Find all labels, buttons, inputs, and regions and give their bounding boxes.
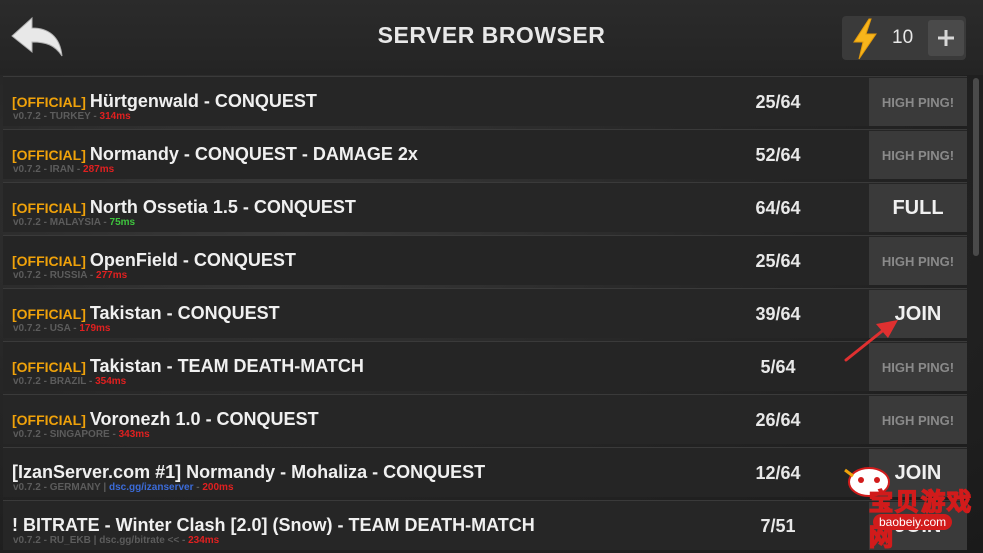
player-count: 25/64 bbox=[755, 251, 801, 271]
header-bar: SERVER BROWSER 10 bbox=[0, 0, 983, 75]
official-tag: [OFFICIAL] bbox=[12, 306, 86, 322]
high-ping-status: HIGH PING! bbox=[869, 131, 967, 179]
server-link[interactable]: dsc.gg/bitrate << bbox=[99, 535, 179, 546]
server-ping: 277ms bbox=[96, 270, 128, 281]
server-ping: 75ms bbox=[109, 217, 136, 228]
server-title: ! BITRATE - Winter Clash [2.0] (Snow) - … bbox=[12, 515, 535, 535]
server-meta: v0.7.2 - IRAN - 287ms bbox=[13, 164, 115, 175]
server-title: Takistan - TEAM DEATH-MATCH bbox=[89, 356, 364, 376]
server-row[interactable]: [OFFICIAL] Normandy - CONQUEST - DAMAGE 2… bbox=[3, 129, 967, 179]
server-region: RUSSIA bbox=[49, 270, 88, 281]
server-ping: 287ms bbox=[83, 164, 115, 175]
server-region: TURKEY bbox=[49, 111, 91, 122]
server-ping: 234ms bbox=[188, 535, 220, 546]
server-name: [OFFICIAL] Normandy - CONQUEST - DAMAGE 2… bbox=[12, 144, 418, 165]
join-button[interactable]: JOIN bbox=[869, 290, 967, 338]
scrollbar[interactable] bbox=[973, 78, 979, 256]
join-button[interactable]: JOIN bbox=[869, 502, 967, 550]
server-title: Voronezh 1.0 - CONQUEST bbox=[89, 409, 319, 429]
server-name: [OFFICIAL] Takistan - TEAM DEATH-MATCH bbox=[12, 356, 364, 377]
join-button[interactable]: JOIN bbox=[869, 449, 967, 497]
official-tag: [OFFICIAL] bbox=[12, 147, 86, 163]
server-region: USA bbox=[49, 323, 71, 334]
server-title: North Ossetia 1.5 - CONQUEST bbox=[89, 197, 356, 217]
server-region: SINGAPORE bbox=[49, 429, 110, 440]
server-title: [IzanServer.com #1] Normandy - Mohaliza … bbox=[12, 462, 486, 482]
full-status: FULL bbox=[869, 184, 967, 232]
player-count: 5/64 bbox=[760, 357, 796, 377]
server-name: [OFFICIAL] Hürtgenwald - CONQUEST bbox=[12, 91, 317, 112]
official-tag: [OFFICIAL] bbox=[12, 253, 86, 269]
server-version: v0.7.2 bbox=[13, 217, 41, 228]
player-count: 26/64 bbox=[755, 410, 801, 430]
server-title: OpenField - CONQUEST bbox=[89, 250, 296, 270]
server-row[interactable]: [OFFICIAL] Voronezh 1.0 - CONQUEST v0.7.2 … bbox=[3, 394, 967, 444]
server-row[interactable]: ! BITRATE - Winter Clash [2.0] (Snow) - … bbox=[3, 500, 967, 550]
high-ping-status: HIGH PING! bbox=[869, 78, 967, 126]
server-title: Takistan - CONQUEST bbox=[89, 303, 280, 323]
server-version: v0.7.2 bbox=[13, 323, 41, 334]
server-title: Hürtgenwald - CONQUEST bbox=[89, 91, 317, 111]
server-ping: 343ms bbox=[118, 429, 150, 440]
player-count: 64/64 bbox=[755, 198, 801, 218]
player-count: 39/64 bbox=[755, 304, 801, 324]
server-row[interactable]: [OFFICIAL] Takistan - CONQUEST v0.7.2 - US… bbox=[3, 288, 967, 338]
server-version: v0.7.2 bbox=[13, 111, 41, 122]
server-meta: v0.7.2 - GERMANY | dsc.gg/izanserver - 2… bbox=[13, 482, 234, 493]
server-name: [OFFICIAL] North Ossetia 1.5 - CONQUEST bbox=[12, 197, 356, 218]
energy-counter: 10 bbox=[842, 16, 966, 60]
server-ping: 354ms bbox=[95, 376, 127, 387]
official-tag: [OFFICIAL] bbox=[12, 412, 86, 428]
official-tag: [OFFICIAL] bbox=[12, 94, 86, 110]
server-row[interactable]: [OFFICIAL] North Ossetia 1.5 - CONQUEST v0… bbox=[3, 182, 967, 232]
server-row[interactable]: [IzanServer.com #1] Normandy - Mohaliza … bbox=[3, 447, 967, 497]
high-ping-status: HIGH PING! bbox=[869, 237, 967, 285]
server-row[interactable]: [OFFICIAL] Hürtgenwald - CONQUEST v0.7.2 -… bbox=[3, 76, 967, 126]
server-name: [IzanServer.com #1] Normandy - Mohaliza … bbox=[12, 462, 485, 483]
player-count: 25/64 bbox=[755, 92, 801, 112]
server-meta: v0.7.2 - SINGAPORE - 343ms bbox=[13, 429, 150, 440]
player-count: 52/64 bbox=[755, 145, 801, 165]
server-name: [OFFICIAL] Voronezh 1.0 - CONQUEST bbox=[12, 409, 319, 430]
player-count: 12/64 bbox=[755, 463, 801, 483]
server-version: v0.7.2 bbox=[13, 535, 41, 546]
server-browser-screen: SERVER BROWSER 10 [OFFICIAL] Hürtgenwald … bbox=[0, 0, 983, 553]
server-version: v0.7.2 bbox=[13, 270, 41, 281]
server-meta: v0.7.2 - MALAYSIA - 75ms bbox=[13, 217, 136, 228]
server-row[interactable]: [OFFICIAL] OpenField - CONQUEST v0.7.2 - R… bbox=[3, 235, 967, 285]
server-region: MALAYSIA bbox=[49, 217, 101, 228]
server-region: RU_EKB bbox=[49, 535, 91, 546]
add-energy-button[interactable] bbox=[928, 20, 964, 56]
server-version: v0.7.2 bbox=[13, 376, 41, 387]
server-version: v0.7.2 bbox=[13, 429, 41, 440]
high-ping-status: HIGH PING! bbox=[869, 343, 967, 391]
server-ping: 179ms bbox=[79, 323, 111, 334]
plus-icon bbox=[938, 30, 954, 46]
server-row[interactable]: [OFFICIAL] Takistan - TEAM DEATH-MATCH v0.… bbox=[3, 341, 967, 391]
server-region: GERMANY bbox=[49, 482, 101, 493]
server-name: [OFFICIAL] Takistan - CONQUEST bbox=[12, 303, 280, 324]
energy-count: 10 bbox=[892, 27, 914, 48]
player-count: 7/51 bbox=[760, 516, 796, 536]
server-version: v0.7.2 bbox=[13, 482, 41, 493]
high-ping-status: HIGH PING! bbox=[869, 396, 967, 444]
server-link[interactable]: dsc.gg/izanserver bbox=[109, 482, 193, 493]
page-title: SERVER BROWSER bbox=[377, 22, 606, 48]
server-name: ! BITRATE - Winter Clash [2.0] (Snow) - … bbox=[12, 515, 535, 536]
server-name: [OFFICIAL] OpenField - CONQUEST bbox=[12, 250, 296, 271]
server-meta: v0.7.2 - USA - 179ms bbox=[13, 323, 111, 334]
server-version: v0.7.2 bbox=[13, 164, 41, 175]
server-meta: v0.7.2 - TURKEY - 314ms bbox=[13, 111, 131, 122]
lightning-bolt-icon bbox=[853, 18, 877, 60]
server-ping: 200ms bbox=[202, 482, 234, 493]
official-tag: [OFFICIAL] bbox=[12, 200, 86, 216]
server-meta: v0.7.2 - RUSSIA - 277ms bbox=[13, 270, 128, 281]
server-ping: 314ms bbox=[99, 111, 131, 122]
server-meta: v0.7.2 - BRAZIL - 354ms bbox=[13, 376, 127, 387]
server-meta: v0.7.2 - RU_EKB | dsc.gg/bitrate << - 23… bbox=[13, 535, 220, 546]
server-title: Normandy - CONQUEST - DAMAGE 2x bbox=[89, 144, 418, 164]
server-region: IRAN bbox=[49, 164, 75, 175]
official-tag: [OFFICIAL] bbox=[12, 359, 86, 375]
server-region: BRAZIL bbox=[49, 376, 87, 387]
